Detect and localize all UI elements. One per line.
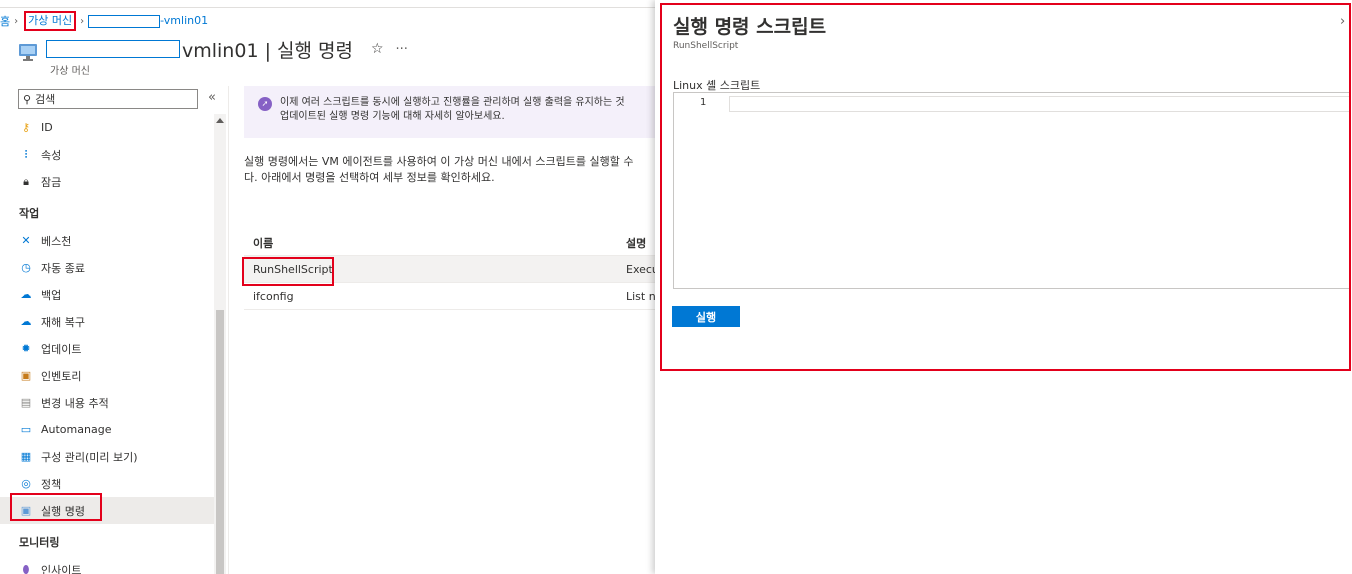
resource-type: 가상 머신	[50, 66, 90, 77]
breadcrumb-separator: ›	[14, 15, 19, 27]
inventory-icon: ▣	[20, 369, 32, 382]
sidebar-item-label: Automanage	[41, 423, 112, 436]
sidebar-item-label: 구성 관리(미리 보기)	[41, 450, 138, 464]
sidebar-item-label: 인벤토리	[41, 369, 82, 383]
banner-text: 이제 여러 스크립트를 동시에 실행하고 진행률을 관리하며 실행 출력을 유지…	[280, 96, 625, 124]
collapse-sidebar-icon[interactable]: «	[208, 90, 216, 105]
banner-link[interactable]: 업데이트된 실행 명령 기능에 대해 자세히 알아보세요.	[280, 110, 625, 124]
page-header: vmlin01 | 실행 명령 ☆ ··· 가상 머신	[18, 36, 408, 77]
change-tracking-icon: ▤	[20, 396, 32, 409]
gear-icon: ✹	[21, 342, 31, 355]
bastion-icon: ✕	[21, 234, 31, 247]
cloud-recovery-icon: ☁	[20, 315, 32, 328]
sidebar-item-bastion[interactable]: ✕ 베스천	[0, 227, 214, 254]
sidebar-search-input[interactable]: ⚲ 검색	[18, 89, 198, 109]
divider	[228, 86, 229, 574]
breadcrumb-vm[interactable]: -vmlin01	[88, 14, 208, 28]
properties-icon: ⫶	[24, 147, 28, 161]
more-options-icon[interactable]: ···	[396, 42, 408, 57]
sidebar-item-label: 베스천	[41, 234, 72, 248]
redacted-text	[88, 14, 161, 28]
scroll-thumb[interactable]	[216, 310, 224, 574]
clock-icon: ◷	[21, 261, 31, 274]
sidebar-section-operations: 작업	[19, 207, 40, 220]
description: 실행 명령에서는 VM 에이전트를 사용하여 이 가상 머신 내에서 스크립트를…	[244, 154, 664, 186]
sidebar-item-label: 변경 내용 추적	[41, 396, 109, 410]
sidebar-item-label: 자동 종료	[41, 261, 85, 275]
sidebar-item-insights[interactable]: ⬮ 인사이트	[0, 556, 214, 574]
sidebar-item-label: 정책	[41, 477, 62, 491]
breadcrumb: 홈 › 가상 머신 › -vmlin01	[0, 11, 208, 31]
rocket-icon: ➚	[258, 97, 272, 111]
sidebar-item-label: 업데이트	[41, 342, 82, 356]
sidebar-item-locks[interactable]: 🔒︎ 잠금	[0, 168, 214, 195]
key-icon: ⚷	[21, 121, 31, 134]
table-row[interactable]: ifconfig List ne	[244, 283, 664, 310]
config-icon: ▦	[20, 450, 32, 463]
highlight-panel	[660, 3, 1351, 371]
scroll-up-arrow-icon[interactable]	[216, 118, 224, 123]
sidebar-section-monitoring: 모니터링	[19, 536, 60, 549]
highlight-runshellscript	[242, 257, 334, 286]
sidebar-item-automanage[interactable]: ▭ Automanage	[0, 416, 214, 443]
column-header-name[interactable]: 이름	[244, 235, 626, 251]
sidebar-item-label: 속성	[41, 148, 62, 162]
sidebar-item-label: 잠금	[41, 175, 62, 189]
table-header: 이름 설명	[244, 230, 664, 256]
sidebar-scrollbar[interactable]	[214, 114, 226, 574]
breadcrumb-vm-suffix: -vmlin01	[160, 14, 209, 28]
sidebar-item-inventory[interactable]: ▣ 인벤토리	[0, 362, 214, 389]
page-title: vmlin01 | 실행 명령 ☆ ···	[46, 36, 408, 62]
sidebar-item-backup[interactable]: ☁ 백업	[0, 281, 214, 308]
sidebar-item-label: ID	[41, 121, 53, 134]
automanage-icon: ▭	[20, 423, 32, 436]
info-banner: ➚ 이제 여러 스크립트를 동시에 실행하고 진행률을 관리하며 실행 출력을 …	[244, 86, 664, 138]
policy-icon: ◎	[21, 477, 31, 490]
virtual-machine-icon	[19, 44, 37, 61]
search-icon: ⚲	[23, 92, 32, 106]
sidebar-item-auto-shutdown[interactable]: ◷ 자동 종료	[0, 254, 214, 281]
redacted-text	[46, 40, 180, 58]
sidebar-item-disaster-recovery[interactable]: ☁ 재해 복구	[0, 308, 214, 335]
description-line: 다. 아래에서 명령을 선택하여 세부 정보를 확인하세요.	[244, 171, 495, 184]
sidebar-item-properties[interactable]: ⫶ 속성	[0, 141, 214, 168]
favorite-star-icon[interactable]: ☆	[371, 41, 384, 57]
sidebar-item-id[interactable]: ⚷ ID	[0, 114, 214, 141]
sidebar-item-updates[interactable]: ✹ 업데이트	[0, 335, 214, 362]
insights-icon: ⬮	[22, 562, 30, 574]
sidebar-item-change-tracking[interactable]: ▤ 변경 내용 추적	[0, 389, 214, 416]
description-line: 실행 명령에서는 VM 에이전트를 사용하여 이 가상 머신 내에서 스크립트를…	[244, 155, 634, 168]
banner-line: 이제 여러 스크립트를 동시에 실행하고 진행률을 관리하며 실행 출력을 유지…	[280, 97, 625, 108]
breadcrumb-home[interactable]: 홈	[0, 13, 10, 29]
sidebar-item-configuration-management[interactable]: ▦ 구성 관리(미리 보기)	[0, 443, 214, 470]
sidebar-item-label: 인사이트	[41, 563, 82, 574]
sidebar-item-label: 재해 복구	[41, 315, 85, 329]
command-name[interactable]: ifconfig	[244, 290, 626, 303]
sidebar-item-label: 백업	[41, 288, 62, 302]
lock-icon: 🔒︎	[23, 174, 29, 188]
cloud-backup-icon: ☁	[20, 288, 32, 301]
page-title-text: vmlin01 | 실행 명령	[182, 39, 353, 62]
search-placeholder: 검색	[35, 93, 56, 106]
highlight-run-command	[10, 493, 102, 521]
breadcrumb-separator: ›	[80, 15, 85, 27]
breadcrumb-virtual-machines[interactable]: 가상 머신	[24, 11, 77, 31]
